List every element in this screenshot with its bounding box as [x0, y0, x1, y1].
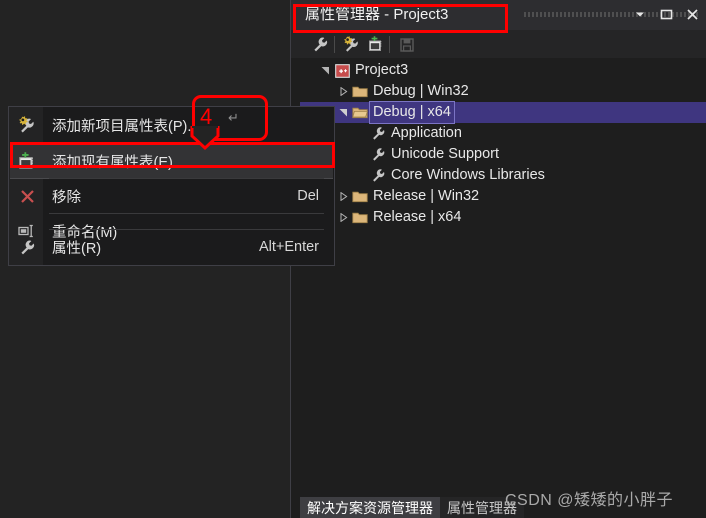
- wrench-icon: [368, 144, 388, 165]
- tree-node-unicode-support[interactable]: Unicode Support: [300, 144, 700, 165]
- menu-item-label: 属性(R): [52, 240, 102, 257]
- chevron-collapsed-icon[interactable]: [336, 186, 350, 207]
- csdn-watermark: CSDN @矮矮的小胖子: [505, 492, 674, 509]
- x-remove-icon: [10, 179, 44, 213]
- add-property-sheet-icon[interactable]: [365, 34, 387, 55]
- menu-item-add-existing-property-sheet[interactable]: 添加现有属性表(E)...: [10, 143, 333, 179]
- menu-item-remove[interactable]: 移除 Del: [10, 179, 333, 213]
- maximize-icon[interactable]: [658, 6, 674, 22]
- wrench-icon[interactable]: [309, 34, 331, 55]
- tree-node-label: Application: [391, 125, 462, 141]
- menu-item-label: 移除: [52, 189, 81, 206]
- bottom-tabstrip: 解决方案资源管理器 属性管理器: [300, 497, 524, 518]
- folder-icon: [350, 81, 370, 102]
- tree-node-label: Debug | Win32: [373, 83, 469, 99]
- tab-solution-explorer[interactable]: 解决方案资源管理器: [300, 497, 440, 518]
- folder-icon: [350, 186, 370, 207]
- gear-wrench-icon: [10, 108, 44, 142]
- property-manager-tree: Project3 Debug | Win32 Debug | x64 Appli…: [300, 60, 706, 228]
- screen-root: 属性管理器 - Project3 Project3 Debug | Win32 …: [0, 0, 706, 518]
- tree-node-label: Core Windows Libraries: [391, 167, 545, 183]
- tab-label: 解决方案资源管理器: [307, 499, 433, 516]
- toolbar-separator-2: [389, 36, 390, 53]
- tree-node-project3[interactable]: Project3: [300, 60, 700, 81]
- tree-node-debug-x64[interactable]: Debug | x64: [300, 101, 706, 124]
- chevron-collapsed-icon[interactable]: [336, 81, 350, 102]
- chevron-down-icon[interactable]: [632, 6, 648, 22]
- chevron-collapsed-icon[interactable]: [336, 207, 350, 228]
- menu-item-shortcut: Del: [297, 188, 319, 204]
- menu-item-add-new-property-sheet[interactable]: 添加新项目属性表(P)...: [10, 108, 333, 142]
- tree-node-label: Unicode Support: [391, 146, 500, 162]
- tree-node-core-windows-libraries[interactable]: Core Windows Libraries: [300, 165, 700, 186]
- close-icon[interactable]: [684, 6, 700, 22]
- folder-icon: [350, 207, 370, 228]
- property-manager-toolbar: [291, 30, 706, 58]
- gear-wrench-icon[interactable]: [341, 34, 363, 55]
- folder-open-icon: [350, 102, 370, 123]
- tree-node-debug-x64-wrapper: Debug | x64: [300, 101, 706, 124]
- menu-item-shortcut: Alt+Enter: [258, 239, 319, 255]
- window-controls: [632, 6, 700, 22]
- tree-node-label: Release | x64: [373, 209, 462, 225]
- menu-item-properties[interactable]: 属性(R) Alt+Enter: [10, 230, 333, 264]
- add-property-sheet-icon: [10, 144, 44, 178]
- tree-node-release-x64[interactable]: Release | x64: [300, 207, 700, 228]
- tree-node-debug-win32[interactable]: Debug | Win32: [300, 81, 700, 102]
- tree-node-application[interactable]: Application: [300, 123, 700, 144]
- tree-node-label: Release | Win32: [373, 188, 480, 204]
- tool-window-titlebar[interactable]: 属性管理器 - Project3: [291, 0, 706, 30]
- cpp-project-icon: [332, 60, 352, 81]
- menu-item-label: 添加现有属性表(E)...: [52, 154, 185, 171]
- chevron-expanded-icon[interactable]: [318, 60, 332, 81]
- page-title: 属性管理器 - Project3: [305, 6, 449, 23]
- context-menu: 添加新项目属性表(P)... 添加现有属性表(E)... 移除 Del 重命名(…: [8, 106, 335, 266]
- tree-node-label: Debug | x64: [369, 101, 455, 124]
- menu-item-label: 添加新项目属性表(P)...: [52, 118, 200, 135]
- toolbar-separator-1: [334, 36, 335, 53]
- chevron-expanded-icon[interactable]: [336, 102, 350, 123]
- wrench-icon: [368, 123, 388, 144]
- save-icon[interactable]: [396, 34, 418, 55]
- tree-node-release-win32[interactable]: Release | Win32: [300, 186, 700, 207]
- tree-node-label: Project3: [355, 62, 409, 78]
- wrench-icon: [10, 230, 44, 264]
- wrench-icon: [368, 165, 388, 186]
